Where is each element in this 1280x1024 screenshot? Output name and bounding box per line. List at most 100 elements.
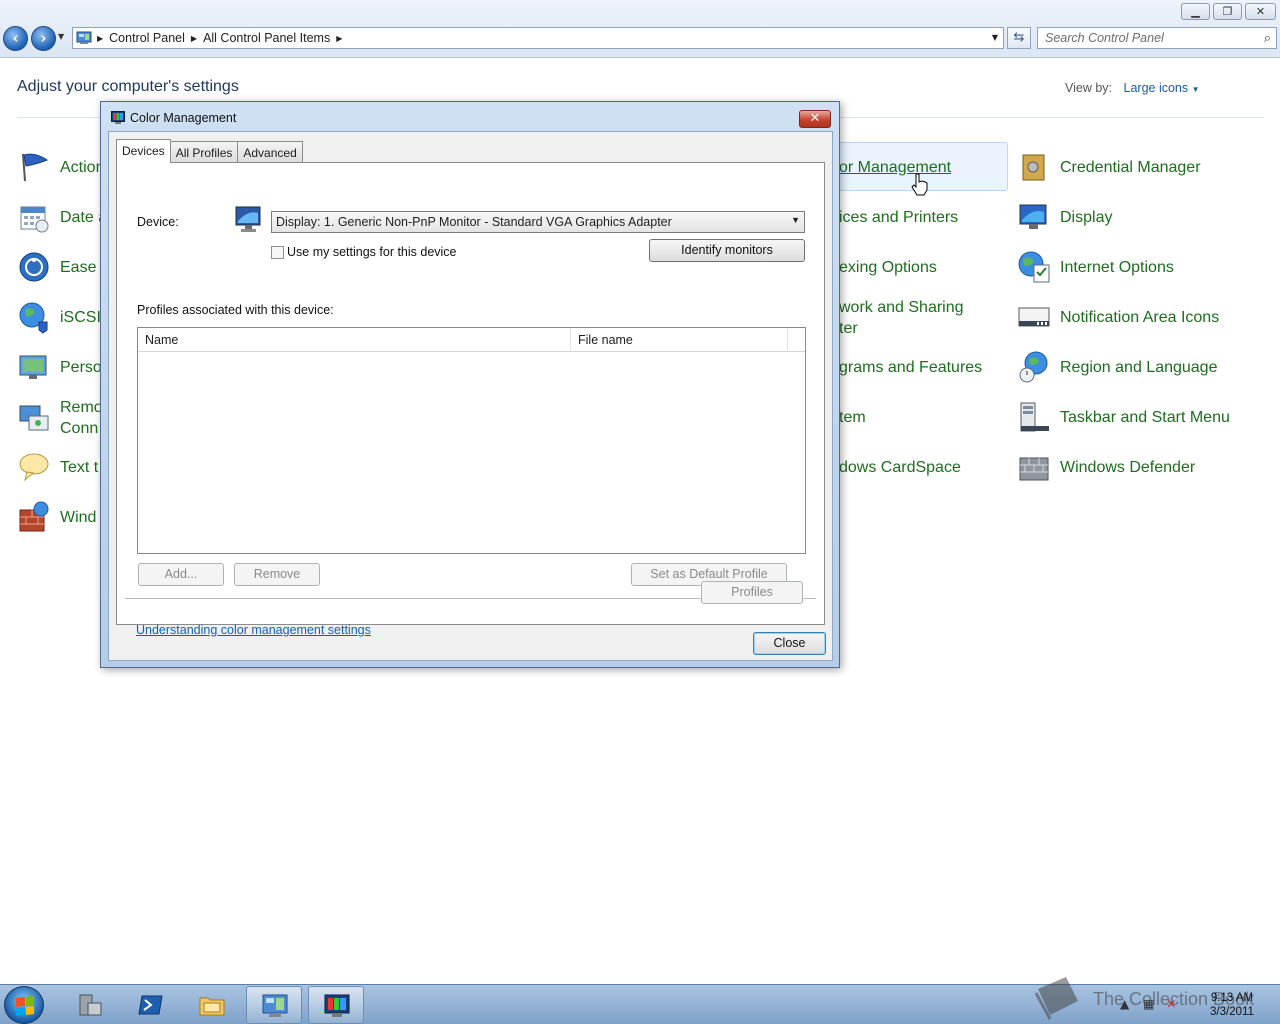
personalization-monitor-icon [19,355,47,379]
cp-item-indexing-options[interactable]: exing Options [839,244,937,290]
use-my-settings-checkbox[interactable] [271,246,284,259]
view-by-label: View by: [1065,81,1113,95]
control-panel-icon [76,31,92,44]
profiles-list-header: Name File name [138,328,805,352]
dialog-close-x-button[interactable]: ✕ [799,110,831,128]
cp-item-programs-features[interactable]: grams and Features [839,344,982,390]
show-hidden-icons-button[interactable]: ▲ [1120,997,1129,1011]
tab-devices[interactable]: Devices [116,139,171,163]
profiles-list[interactable]: Name File name [137,327,806,554]
minimize-button[interactable]: ▁ [1181,3,1210,20]
tab-advanced[interactable]: Advanced [237,141,303,162]
volume-muted-icon[interactable]: ✕ [1166,997,1176,1011]
column-header-file-name[interactable]: File name [571,328,788,352]
cp-item-windows-firewall[interactable]: Wind [17,494,96,540]
cp-item-text-to-speech[interactable]: Text t [17,444,98,490]
refresh-button[interactable]: ⇆ [1007,27,1031,49]
start-button[interactable] [4,986,44,1024]
iscsi-globe-icon [19,302,48,334]
cp-item-personalization[interactable]: Perso [17,344,102,390]
notification-area-icon [1018,307,1050,327]
taskbar-windows-explorer[interactable] [184,986,240,1024]
folder-icon [199,997,225,1016]
close-window-button[interactable]: ✕ [1245,3,1276,20]
cp-item-system[interactable]: tem [839,394,866,440]
clock[interactable]: 9:13 AM 3/3/2011 [1202,991,1262,1019]
remove-profile-button[interactable]: Remove [234,563,320,586]
address-bar[interactable]: ▶ Control Panel ▶ All Control Panel Item… [72,27,1004,49]
color-management-dialog: Color Management ✕ Devices All Profiles … [100,101,840,668]
cp-item-action-center[interactable]: Action [17,144,104,190]
search-input[interactable]: Search Control Panel ⌕ [1037,27,1277,49]
taskbar-color-management[interactable] [308,986,364,1024]
device-select[interactable]: Display: 1. Generic Non-PnP Monitor - St… [271,211,805,233]
ease-of-access-icon [19,252,49,282]
windows-defender-wall-icon [1019,457,1049,481]
color-management-icon [111,111,125,124]
tab-all-profiles[interactable]: All Profiles [169,141,239,162]
breadcrumb-separator-icon[interactable]: ▶ [97,31,103,46]
region-globe-clock-icon [1019,351,1048,383]
action-center-flag-icon [22,153,49,182]
cp-item-region-language[interactable]: Region and Language [1017,344,1217,390]
cp-item-devices-printers[interactable]: ices and Printers [839,194,958,240]
cp-item-taskbar-start-menu[interactable]: Taskbar and Start Menu [1017,394,1230,440]
cp-item-internet-options[interactable]: Internet Options [1017,244,1174,290]
breadcrumb-separator-icon[interactable]: ▶ [336,31,342,46]
internet-options-icon [1018,251,1050,283]
add-profile-button[interactable]: Add... [138,563,224,586]
close-dialog-button[interactable]: Close [753,632,826,655]
chevron-down-icon: ▼ [1191,85,1200,94]
firewall-icon [19,501,49,532]
cp-item-display[interactable]: Display [1017,194,1112,240]
cp-item-iscsi[interactable]: iSCSI [17,294,101,340]
clock-date: 3/3/2011 [1210,1006,1254,1018]
cp-item-credential-manager[interactable]: Credential Manager [1017,144,1201,190]
windows-logo-icon [16,996,34,1016]
cp-item-date-time[interactable]: Date a [17,194,107,240]
understanding-color-management-link[interactable]: Understanding color management settings [136,623,371,637]
cp-item-remote-connection[interactable]: Remo Conn [17,396,103,440]
color-management-icon [324,994,350,1017]
cp-item-ease-of-access[interactable]: Ease o [17,244,110,290]
profiles-button[interactable]: Profiles [701,581,803,604]
breadcrumb-control-panel[interactable]: Control Panel [109,31,185,46]
taskbar-control-panel[interactable] [246,986,302,1024]
search-placeholder: Search Control Panel [1045,31,1164,45]
address-dropdown-icon[interactable]: ▼ [992,33,998,42]
cp-item-color-management[interactable]: or Management [839,144,951,190]
view-by-dropdown[interactable]: Large icons ▼ [1124,81,1200,95]
recent-pages-chevron-icon[interactable]: ▼ [58,32,64,41]
restore-button[interactable]: ❐ [1213,3,1242,20]
device-label: Device: [137,215,179,229]
forward-button[interactable]: › [31,26,56,51]
breadcrumb-all-items[interactable]: All Control Panel Items [203,31,330,46]
taskbar-server-manager[interactable] [62,986,118,1024]
identify-monitors-button[interactable]: Identify monitors [649,239,805,262]
search-icon[interactable]: ⌕ [1264,30,1271,46]
column-header-name[interactable]: Name [138,328,571,352]
calendar-icon [20,206,49,233]
device-select-value: Display: 1. Generic Non-PnP Monitor - St… [276,215,672,229]
back-button[interactable]: ‹ [3,26,28,51]
cp-item-network-sharing[interactable]: work and Sharing ter [839,296,964,340]
cp-item-windows-defender[interactable]: Windows Defender [1017,444,1195,490]
explorer-toolbar: ▁ ❐ ✕ ‹ › ▼ ▶ Control Panel ▶ All Contro… [0,0,1280,58]
hand-cursor-icon [911,173,928,196]
profiles-associated-label: Profiles associated with this device: [137,303,334,317]
display-monitor-icon [1019,204,1047,229]
breadcrumb-separator-icon[interactable]: ▶ [191,31,197,46]
cp-item-cardspace[interactable]: dows CardSpace [839,444,961,490]
network-icon[interactable]: ▦ [1143,997,1154,1011]
tab-strip: Devices All Profiles Advanced [116,139,303,163]
devices-tab-pane: Device: Display: 1. Generic Non-PnP Moni… [116,162,825,625]
page-title: Adjust your computer's settings [17,78,239,95]
clock-time: 9:13 AM [1210,992,1254,1004]
taskbar-icon [1020,402,1049,432]
use-my-settings-label[interactable]: Use my settings for this device [287,245,457,259]
taskbar-powershell[interactable] [123,986,179,1024]
dialog-title: Color Management [130,111,237,125]
cp-item-notification-area-icons[interactable]: Notification Area Icons [1017,294,1219,340]
control-panel-icon [262,994,288,1017]
system-tray: ▲ ▦ ✕ [1120,997,1176,1011]
